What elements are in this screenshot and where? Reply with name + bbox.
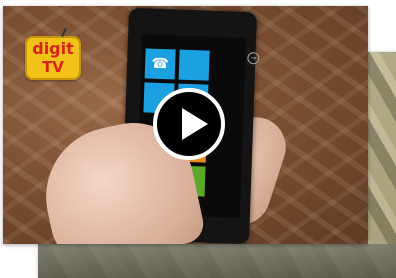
thumbnail-bottom-strip <box>38 244 396 278</box>
logo-text-line2: TV <box>42 58 64 76</box>
logo-text-line1: digit <box>32 39 74 58</box>
play-button[interactable] <box>153 88 225 160</box>
tile <box>178 49 210 81</box>
channel-logo: digit TV <box>25 27 81 80</box>
video-thumbnail[interactable]: ☎ → ⊞ digit TV <box>3 6 368 244</box>
play-icon <box>182 108 208 140</box>
phone-tile: ☎ <box>144 48 176 80</box>
